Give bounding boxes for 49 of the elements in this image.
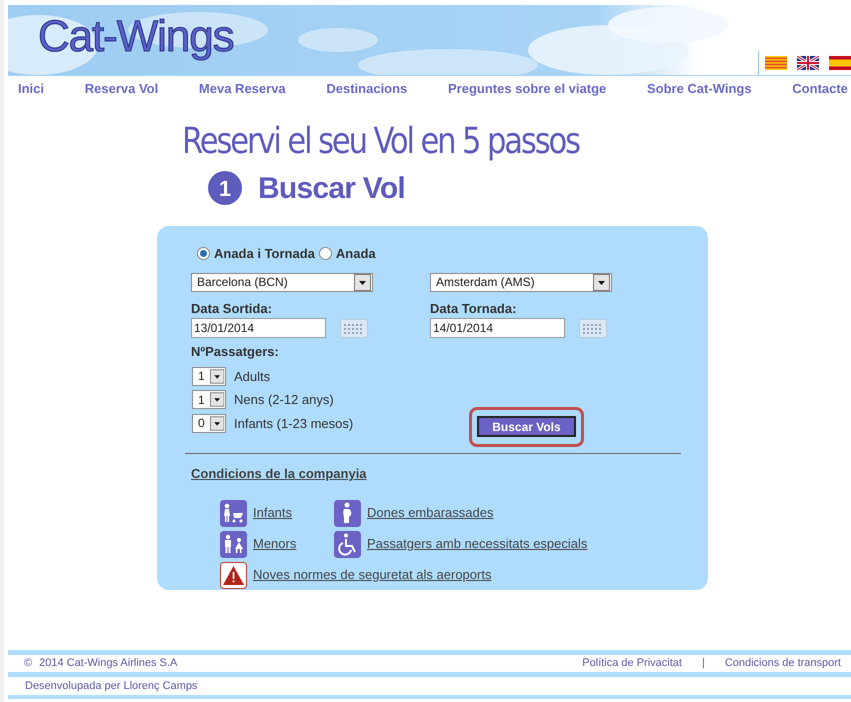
field-label: Data Sortida: (191, 300, 273, 318)
search-button[interactable]: Buscar Vols (477, 416, 576, 437)
radio-label[interactable]: Anada i Tornada (214, 244, 315, 264)
step-number: 1 (208, 171, 242, 205)
nav-link[interactable]: Sobre Cat-Wings (646, 79, 752, 98)
credit-text: Desenvolupada per Llorenç Camps (25, 678, 198, 694)
nav-link[interactable]: Contacte (792, 79, 848, 98)
conditions-link[interactable]: Condicions de la companyia (191, 464, 674, 484)
passengers-label: NºPassatgers: (191, 343, 280, 361)
children-icon (220, 530, 247, 558)
pregnant-woman-icon (334, 500, 361, 526)
radio-label[interactable]: Anada (336, 244, 376, 264)
nav-link[interactable]: Preguntes sobre el viatge (448, 79, 606, 98)
passenger-type: Adults (234, 368, 270, 386)
page-title: Reservi el seu Vol en 5 passos (182, 120, 580, 164)
calendar-icon[interactable] (579, 318, 607, 338)
origin-select[interactable]: Barcelona (BCN) (191, 272, 373, 292)
separator: | (702, 656, 705, 672)
nav-link[interactable]: Inici (18, 79, 44, 98)
passenger-type: Nens (2-12 anys) (234, 391, 334, 409)
condition-link[interactable]: Infants (253, 503, 292, 523)
logo[interactable]: Cat-Wings (38, 15, 234, 59)
field-label: Data Tornada: (430, 300, 518, 318)
count-select[interactable]: 0 (192, 414, 226, 433)
wheelchair-icon (334, 530, 361, 558)
nav-link[interactable]: Destinacions (326, 79, 408, 98)
nav-link[interactable]: Reserva Vol (84, 79, 158, 98)
step-title: Buscar Vol (258, 170, 405, 206)
date-field[interactable]: 14/01/2014 (430, 318, 565, 338)
condition-link[interactable]: Menors (253, 534, 296, 554)
condition-link[interactable]: Passatgers amb necessitats especials (367, 534, 588, 554)
stroller-icon (220, 500, 247, 526)
count-select[interactable]: 1 (192, 366, 226, 386)
destination-select[interactable]: Amsterdam (AMS) (430, 272, 612, 292)
copyright-text: 2014 Cat-Wings Airlines S.A (39, 656, 178, 672)
count-select[interactable]: 1 (192, 390, 226, 410)
radio-button[interactable] (197, 247, 210, 260)
footer-link[interactable]: Política de Privacitat (582, 655, 682, 672)
nav-link[interactable]: Meva Reserva (198, 79, 286, 98)
footer-link[interactable]: Condicions de transport (724, 655, 841, 672)
copyright-symbol: © (24, 656, 32, 672)
date-field[interactable]: 13/01/2014 (191, 318, 326, 338)
warning-icon (220, 562, 247, 588)
condition-link[interactable]: Noves normes de seguretat als aeroports (253, 565, 492, 585)
passenger-type: Infants (1-23 mesos) (234, 414, 354, 433)
radio-button[interactable] (318, 247, 332, 260)
calendar-icon[interactable] (340, 318, 368, 338)
flag-icon[interactable] (797, 56, 819, 70)
condition-link[interactable]: Dones embarassades (367, 503, 494, 523)
